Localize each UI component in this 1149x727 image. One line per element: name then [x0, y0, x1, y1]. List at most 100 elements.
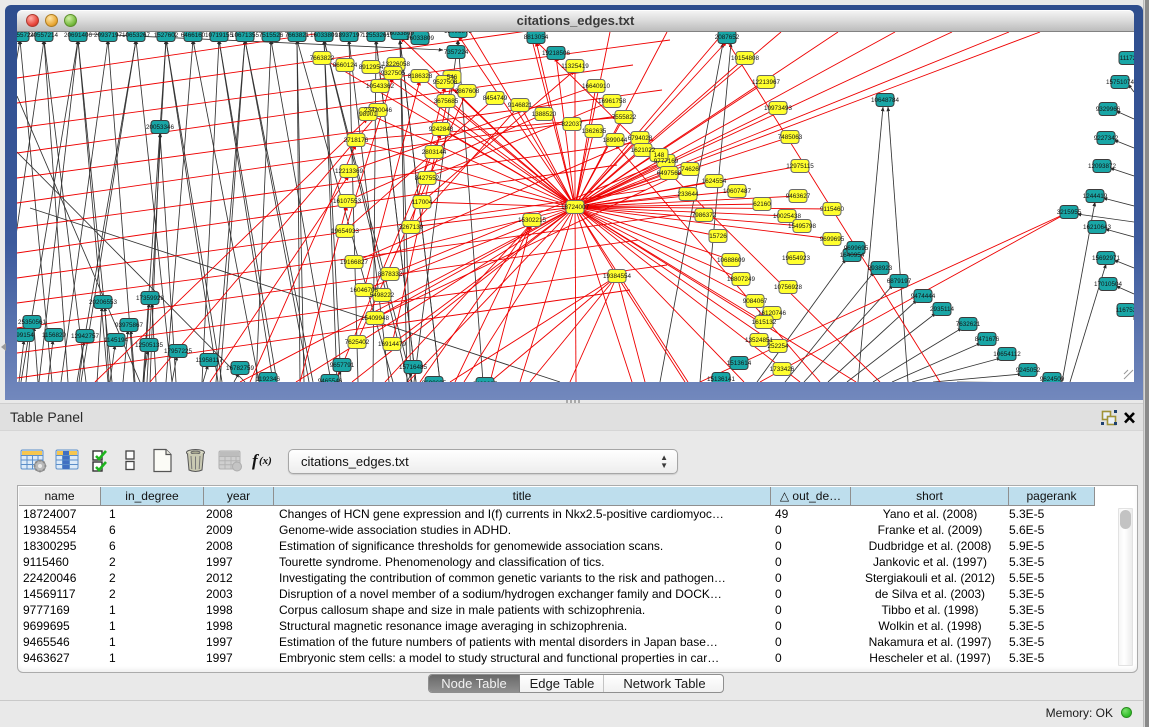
svg-text:19166827: 19166827 — [340, 259, 369, 266]
svg-text:252254: 252254 — [767, 343, 789, 350]
svg-text:1899044: 1899044 — [603, 137, 628, 144]
svg-text:9146821: 9146821 — [508, 102, 533, 109]
svg-text:20557214: 20557214 — [30, 32, 59, 39]
svg-text:7555822: 7555822 — [612, 114, 637, 121]
svg-text:1513614: 1513614 — [727, 360, 752, 367]
svg-text:7625402: 7625402 — [345, 339, 370, 346]
svg-text:10671355: 10671355 — [231, 32, 260, 39]
svg-text:3215955: 3215955 — [1057, 209, 1082, 216]
svg-text:9527508: 9527508 — [433, 79, 458, 86]
svg-text:1621022: 1621022 — [631, 147, 656, 154]
svg-text:9463627: 9463627 — [473, 381, 498, 382]
svg-text:9327505: 9327505 — [381, 70, 406, 77]
svg-text:8938923: 8938923 — [868, 265, 893, 272]
svg-text:1362635: 1362635 — [582, 128, 607, 135]
svg-text:10025438: 10025438 — [773, 213, 802, 220]
svg-text:822037: 822037 — [561, 121, 583, 128]
svg-text:8813054: 8813054 — [524, 34, 549, 41]
svg-text:7663822: 7663822 — [310, 55, 335, 62]
svg-text:8878332: 8878332 — [378, 271, 403, 278]
svg-text:5498222: 5498222 — [370, 292, 395, 299]
svg-text:15726: 15726 — [709, 233, 727, 240]
svg-text:10973493: 10973493 — [764, 105, 793, 112]
svg-text:10648784: 10648784 — [871, 97, 900, 104]
svg-text:8454749: 8454749 — [483, 95, 508, 102]
svg-text:3675685: 3675685 — [434, 98, 459, 105]
svg-text:13226058: 13226058 — [382, 61, 411, 68]
svg-text:9777169: 9777169 — [654, 158, 679, 165]
svg-text:1145194: 1145194 — [104, 337, 129, 344]
svg-text:16782759: 16782759 — [226, 365, 255, 372]
svg-text:3267130: 3267130 — [399, 224, 424, 231]
svg-text:99154: 99154 — [17, 332, 34, 339]
svg-text:9465546: 9465546 — [318, 378, 343, 382]
svg-text:9699695: 9699695 — [422, 380, 447, 382]
svg-text:10653267: 10653267 — [122, 32, 151, 39]
svg-text:20053346: 20053346 — [146, 124, 175, 131]
svg-text:9463627: 9463627 — [786, 193, 811, 200]
svg-text:1527602: 1527602 — [154, 32, 179, 39]
svg-text:12942757: 12942757 — [71, 333, 100, 340]
svg-text:9474444: 9474444 — [911, 293, 936, 300]
svg-text:7515526: 7515526 — [259, 32, 284, 39]
svg-text:1244419: 1244419 — [1083, 193, 1108, 200]
svg-text:12505135: 12505135 — [135, 342, 164, 349]
svg-text:7485063: 7485063 — [778, 134, 803, 141]
svg-text:16210643: 16210643 — [1083, 224, 1112, 231]
svg-text:16914479: 16914479 — [378, 341, 407, 348]
svg-text:15302215: 15302215 — [518, 217, 547, 224]
svg-text:9657791: 9657791 — [330, 362, 355, 369]
svg-text:16120746: 16120746 — [758, 310, 787, 317]
svg-text:20206553: 20206553 — [89, 299, 118, 306]
svg-text:15495798: 15495798 — [788, 223, 817, 230]
svg-text:19654923: 19654923 — [782, 255, 811, 262]
svg-text:15409948: 15409948 — [361, 315, 390, 322]
svg-text:9245052: 9245052 — [1016, 367, 1041, 374]
svg-text:117004: 117004 — [412, 199, 433, 206]
svg-text:8186328: 8186328 — [408, 73, 433, 80]
svg-text:25350561: 25350561 — [18, 319, 47, 326]
svg-text:15692971: 15692971 — [1092, 255, 1121, 262]
svg-text:12975115: 12975115 — [786, 163, 814, 170]
svg-text:7632621: 7632621 — [956, 321, 981, 328]
svg-text:148: 148 — [654, 152, 665, 159]
svg-text:9329966: 9329966 — [1096, 106, 1121, 113]
svg-text:9227342: 9227342 — [1094, 135, 1119, 142]
svg-text:10543362: 10543362 — [366, 83, 395, 90]
svg-text:1388520: 1388520 — [532, 111, 557, 118]
svg-text:17010504: 17010504 — [1094, 281, 1123, 288]
svg-text:62160: 62160 — [753, 201, 771, 208]
svg-text:9242848: 9242848 — [429, 126, 454, 133]
svg-text:10154808: 10154808 — [731, 55, 760, 62]
svg-text:8471676: 8471676 — [975, 336, 1000, 343]
svg-text:18807249: 18807249 — [727, 276, 756, 283]
svg-text:10654112: 10654112 — [993, 351, 1021, 358]
svg-text:16107553: 16107553 — [333, 198, 362, 205]
svg-text:1615132: 1615132 — [752, 319, 777, 326]
svg-text:(x): (x) — [259, 455, 272, 467]
svg-text:11958117: 11958117 — [195, 357, 223, 364]
svg-text:74626: 74626 — [681, 166, 699, 173]
svg-text:9084067: 9084067 — [743, 298, 768, 305]
svg-text:11172: 11172 — [1120, 55, 1134, 62]
svg-text:15716485: 15716485 — [399, 364, 428, 371]
svg-text:12093872: 12093872 — [1088, 163, 1117, 170]
svg-text:8660124: 8660124 — [333, 62, 358, 69]
svg-text:7663821: 7663821 — [285, 32, 310, 39]
svg-text:18724007: 18724007 — [561, 204, 590, 211]
svg-text:12213369: 12213369 — [335, 168, 364, 175]
svg-text:9115460: 9115460 — [820, 206, 845, 213]
svg-text:19218506: 19218506 — [542, 50, 571, 57]
svg-text:8427552: 8427552 — [415, 175, 440, 182]
svg-text:10719155: 10719155 — [205, 32, 234, 39]
svg-text:7986372: 7986372 — [692, 212, 717, 219]
svg-text:1156829: 1156829 — [42, 332, 67, 339]
svg-text:116753: 116753 — [1116, 307, 1134, 314]
svg-text:2803144: 2803144 — [422, 149, 447, 156]
svg-text:9624509: 9624509 — [1040, 376, 1065, 382]
svg-text:9699695: 9699695 — [844, 245, 869, 252]
svg-text:2935114: 2935114 — [930, 306, 955, 313]
svg-text:6794028: 6794028 — [628, 135, 653, 142]
svg-text:19654933: 19654933 — [331, 228, 360, 235]
svg-text:15751074: 15751074 — [1106, 79, 1134, 86]
